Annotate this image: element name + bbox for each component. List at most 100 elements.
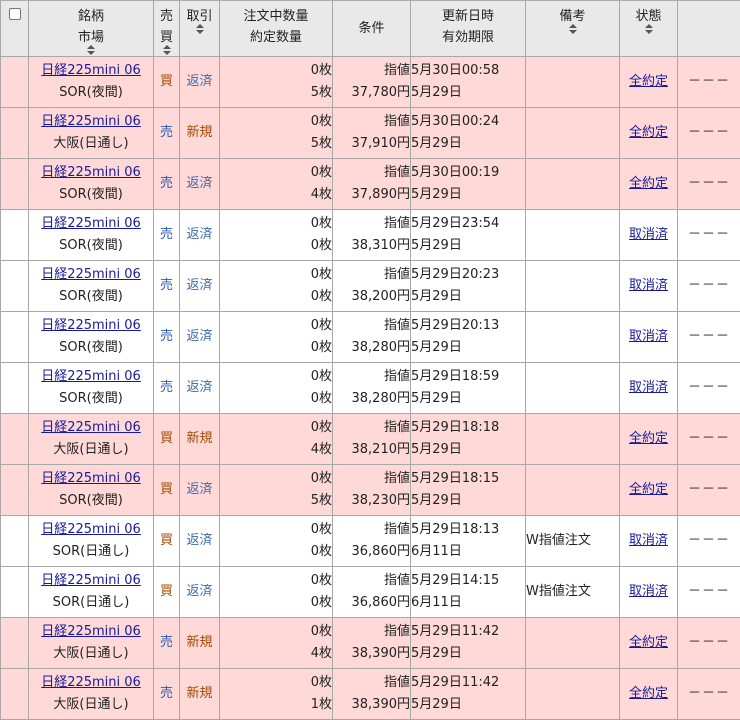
extra-cell: －－－ [678,516,740,567]
trade-type-cell: 新規 [180,108,220,159]
name-header-label: 銘柄 [29,6,153,27]
status-cell: 取消済 [620,210,678,261]
sort-arrows-icon[interactable] [569,24,577,34]
note-cell: W指値注文 [526,567,620,618]
status-link[interactable]: 取消済 [629,533,668,548]
instrument-link[interactable]: 日経225mini 06 [29,366,153,388]
status-link[interactable]: 全約定 [629,125,668,140]
instrument-link[interactable]: 日経225mini 06 [29,570,153,592]
condition-type: 指値 [333,519,410,541]
extra-cell: －－－ [678,57,740,108]
condition-type: 指値 [333,111,410,133]
instrument-link[interactable]: 日経225mini 06 [29,60,153,82]
trade-type-cell: 返済 [180,57,220,108]
updated-header-label: 更新日時 [411,6,525,27]
limit-price: 37,890円 [333,184,410,206]
note-cell [526,57,620,108]
instrument-link[interactable]: 日経225mini 06 [29,468,153,490]
instrument-cell: 日経225mini 06大阪(日通し) [29,414,154,465]
select-all-header [1,1,29,57]
side-header[interactable]: 売 買 [154,1,180,57]
note-header[interactable]: 備考 [526,1,620,57]
status-link[interactable]: 取消済 [629,584,668,599]
trade-header[interactable]: 取引 [180,1,220,57]
instrument-link[interactable]: 日経225mini 06 [29,519,153,541]
filled-quantity: 0枚 [220,337,332,359]
condition-type: 指値 [333,672,410,694]
limit-price: 37,910円 [333,133,410,155]
status-link[interactable]: 取消済 [629,227,668,242]
market-label: SOR(夜間) [29,337,153,359]
status-header[interactable]: 状態 [620,1,678,57]
filled-quantity: 4枚 [220,439,332,461]
trade-type-cell: 新規 [180,618,220,669]
updated-time: 5月29日14:15 [411,570,525,592]
time-cell: 5月30日00:585月29日 [411,57,526,108]
instrument-link[interactable]: 日経225mini 06 [29,111,153,133]
filled-quantity: 4枚 [220,643,332,665]
market-label: 大阪(日通し) [29,439,153,461]
status-link[interactable]: 取消済 [629,380,668,395]
row-select-cell [1,465,29,516]
name-market-header[interactable]: 銘柄 市場 [29,1,154,57]
condition-type: 指値 [333,570,410,592]
row-select-cell [1,363,29,414]
order-row: 日経225mini 06大阪(日通し)売新規0枚5枚指値37,910円5月30日… [1,108,740,159]
instrument-link[interactable]: 日経225mini 06 [29,264,153,286]
extra-cell: －－－ [678,414,740,465]
order-row: 日経225mini 06大阪(日通し)買新規0枚4枚指値38,210円5月29日… [1,414,740,465]
extra-cell: －－－ [678,108,740,159]
instrument-link[interactable]: 日経225mini 06 [29,315,153,337]
expiry-date: 5月29日 [411,439,525,461]
instrument-link[interactable]: 日経225mini 06 [29,621,153,643]
condition-header-label: 条件 [333,18,410,39]
row-select-cell [1,210,29,261]
sort-arrows-icon[interactable] [196,24,204,34]
status-link[interactable]: 全約定 [629,431,668,446]
status-link[interactable]: 全約定 [629,176,668,191]
sort-arrows-icon[interactable] [645,24,653,34]
side-cell: 売 [154,159,180,210]
sort-arrows-icon[interactable] [163,45,171,55]
time-cell: 5月29日20:135月29日 [411,312,526,363]
status-link[interactable]: 全約定 [629,482,668,497]
instrument-link[interactable]: 日経225mini 06 [29,672,153,694]
status-cell: 取消済 [620,363,678,414]
updated-time: 5月29日11:42 [411,672,525,694]
row-select-cell [1,414,29,465]
time-header[interactable]: 更新日時 有効期限 [411,1,526,57]
open-quantity: 0枚 [220,60,332,82]
status-link[interactable]: 取消済 [629,278,668,293]
status-link[interactable]: 全約定 [629,635,668,650]
time-cell: 5月29日14:156月11日 [411,567,526,618]
limit-price: 36,860円 [333,592,410,614]
side-cell: 買 [154,465,180,516]
select-all-checkbox[interactable] [9,8,21,20]
table-header-row: 銘柄 市場 売 買 取引 注文中数量 約定数量 条件 更新日時 [1,1,740,57]
quantity-cell: 0枚0枚 [220,363,333,414]
expiry-date: 5月29日 [411,286,525,308]
limit-price: 38,390円 [333,694,410,716]
market-label: SOR(夜間) [29,184,153,206]
instrument-link[interactable]: 日経225mini 06 [29,417,153,439]
status-link[interactable]: 全約定 [629,686,668,701]
row-select-cell [1,108,29,159]
condition-type: 指値 [333,315,410,337]
open-quantity: 0枚 [220,213,332,235]
order-row: 日経225mini 06SOR(夜間)買返済0枚5枚指値38,230円5月29日… [1,465,740,516]
instrument-link[interactable]: 日経225mini 06 [29,162,153,184]
trade-type-cell: 返済 [180,159,220,210]
instrument-cell: 日経225mini 06SOR(夜間) [29,159,154,210]
filled-quantity: 0枚 [220,235,332,257]
open-quantity: 0枚 [220,315,332,337]
filled-quantity: 5枚 [220,490,332,512]
condition-cell: 指値38,280円 [333,312,411,363]
sort-arrows-icon[interactable] [87,45,95,55]
status-link[interactable]: 取消済 [629,329,668,344]
note-cell [526,108,620,159]
side-cell: 買 [154,516,180,567]
market-label: SOR(夜間) [29,235,153,257]
status-link[interactable]: 全約定 [629,74,668,89]
instrument-link[interactable]: 日経225mini 06 [29,213,153,235]
row-select-cell [1,567,29,618]
